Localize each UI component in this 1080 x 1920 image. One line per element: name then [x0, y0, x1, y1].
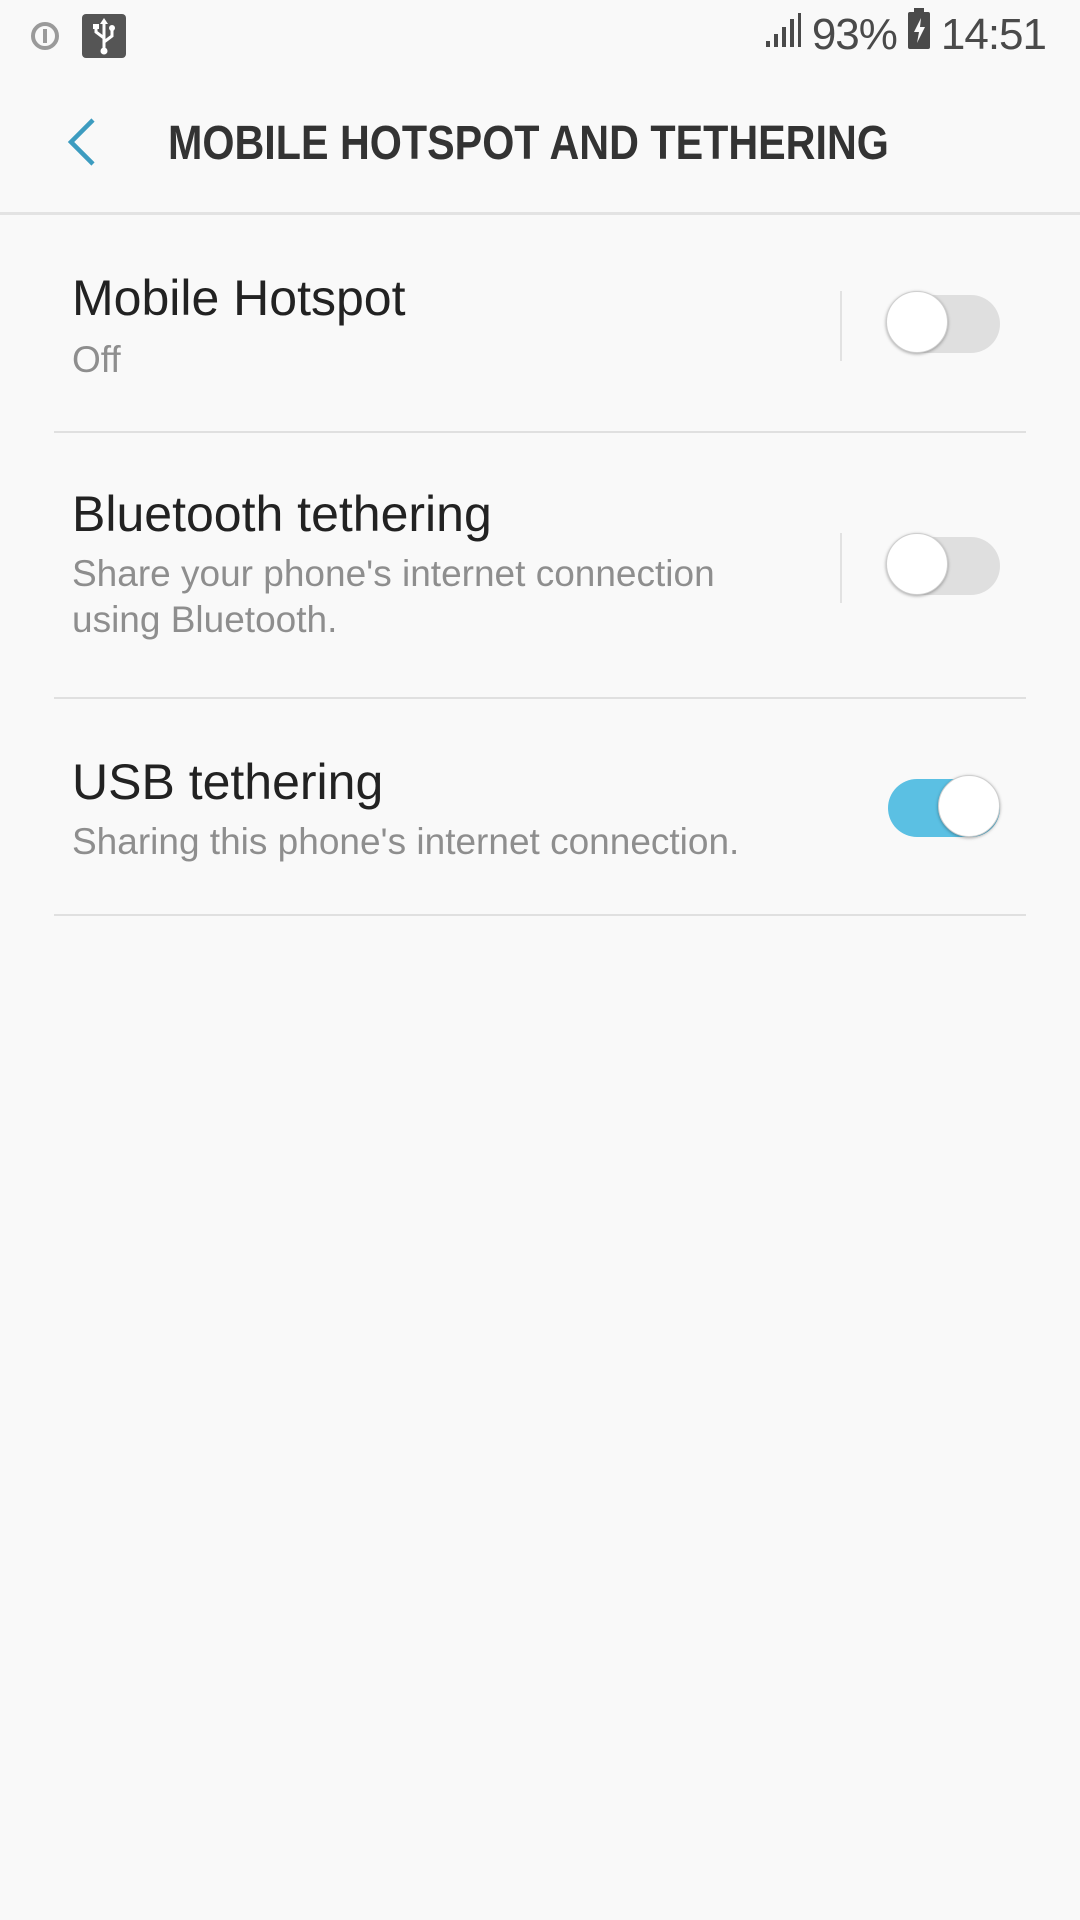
vertical-divider [840, 291, 842, 361]
usb-tethering-toggle[interactable] [888, 775, 1000, 837]
setting-subtitle: Share your phone's internet connection u… [72, 553, 715, 640]
row-divider [54, 914, 1026, 916]
setting-title: Mobile Hotspot [72, 270, 406, 326]
app-header: MOBILE HOTSPOT AND TETHERING [0, 76, 1080, 215]
status-left-icons [30, 14, 126, 63]
setting-subtitle: Off [72, 339, 121, 380]
toggle-knob [938, 775, 1000, 837]
mobile-hotspot-row[interactable]: Mobile Hotspot Off [0, 215, 1080, 433]
page-title: MOBILE HOTSPOT AND TETHERING [168, 117, 889, 170]
back-button[interactable] [52, 114, 112, 174]
toggle-knob [886, 533, 948, 595]
bluetooth-tethering-row[interactable]: Bluetooth tethering Share your phone's i… [0, 433, 1080, 699]
vertical-divider [840, 533, 842, 603]
setting-subtitle: Sharing this phone's internet connection… [72, 821, 740, 862]
usb-icon [82, 14, 126, 63]
status-right-info: 93% 14:51 [764, 8, 1047, 61]
setting-title: USB tethering [72, 754, 384, 810]
toggle-knob [886, 291, 948, 353]
clock: 14:51 [940, 9, 1047, 59]
chevron-left-icon [65, 116, 99, 173]
usb-tethering-row[interactable]: USB tethering Sharing this phone's inter… [0, 699, 1080, 916]
alert-circle-icon [30, 21, 60, 56]
mobile-hotspot-toggle[interactable] [886, 291, 1000, 353]
settings-list: Mobile Hotspot Off Bluetooth tethering S… [0, 215, 1080, 916]
battery-percent: 93% [811, 9, 898, 59]
screen: 93% 14:51 MOBILE HOTSPOT AND TETHERING M… [0, 0, 1080, 1920]
battery-charging-icon [907, 8, 931, 61]
bluetooth-tethering-toggle[interactable] [886, 533, 1000, 595]
status-bar: 93% 14:51 [0, 0, 1080, 76]
signal-bars-icon [764, 10, 802, 60]
setting-title: Bluetooth tethering [72, 486, 492, 542]
